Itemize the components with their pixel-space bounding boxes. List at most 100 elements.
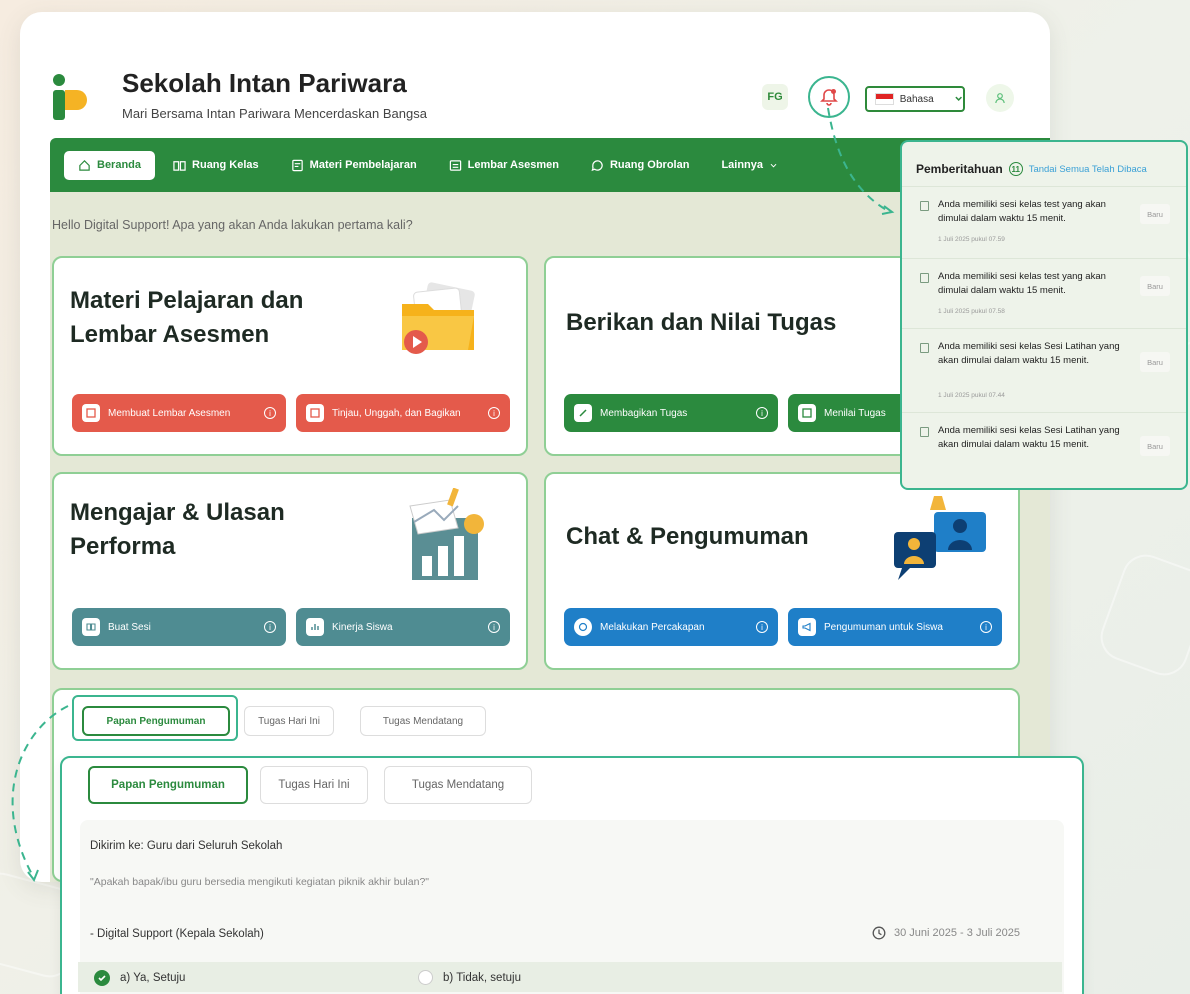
card-title: Mengajar & Ulasan Performa [70, 496, 285, 564]
nav-item-beranda[interactable]: Beranda [64, 150, 156, 180]
poll-option-b[interactable]: b) Tidak, setuju [418, 970, 521, 985]
info-icon[interactable]: i [980, 621, 992, 633]
divider [902, 328, 1186, 329]
divider [902, 412, 1186, 413]
card-title: Materi Pelajaran dan Lembar Asesmen [70, 284, 303, 352]
user-avatar-button[interactable] [986, 84, 1014, 112]
nav-item-label: Ruang Kelas [192, 159, 259, 171]
info-icon[interactable]: i [756, 621, 768, 633]
notification-text: Anda memiliki sesi kelas test yang akan … [938, 271, 1106, 296]
tab-papan-pengumuman[interactable]: Papan Pengumuman [88, 766, 248, 804]
nav-item-label: Materi Pembelajaran [309, 159, 417, 171]
tab-tugas-mendatang[interactable]: Tugas Mendatang [360, 706, 486, 736]
background-decoration [1093, 547, 1190, 683]
chevron-down-icon [955, 96, 962, 101]
tab-tugas-hari-ini[interactable]: Tugas Hari Ini [260, 766, 368, 804]
nav-item-ruang-kelas[interactable]: Ruang Kelas [159, 151, 273, 180]
fg-icon[interactable]: FG [762, 84, 788, 110]
nav-item-label: Ruang Obrolan [609, 159, 690, 171]
button-label: Membuat Lembar Asesmen [108, 407, 231, 419]
app-title: Sekolah Intan Pariwara [122, 68, 407, 98]
tab-tugas-mendatang[interactable]: Tugas Mendatang [384, 766, 532, 804]
divider [902, 258, 1186, 259]
announcement-author: - Digital Support (Kepala Sekolah) [90, 928, 264, 940]
sheet-icon [82, 404, 100, 422]
notification-item[interactable]: Anda memiliki sesi kelas Sesi Latihan ya… [916, 424, 1176, 484]
notification-text: Anda memiliki sesi kelas test yang akan … [938, 199, 1106, 224]
tab-tugas-hari-ini[interactable]: Tugas Hari Ini [244, 706, 334, 736]
new-badge: Baru [1140, 436, 1170, 456]
chat-icon [574, 618, 592, 636]
mark-all-read-link[interactable]: Tandai Semua Telah Dibaca [1029, 164, 1147, 175]
notification-bell-button[interactable] [808, 76, 850, 118]
nav-item-lainnya[interactable]: Lainnya [707, 151, 792, 179]
card-title: Berikan dan Nilai Tugas [566, 309, 837, 336]
kinerja-siswa-button[interactable]: Kinerja Siswa i [296, 608, 510, 646]
app-subtitle: Mari Bersama Intan Pariwara Mencerdaskan… [122, 106, 427, 121]
notification-item[interactable]: Anda memiliki sesi kelas Sesi Latihan ya… [916, 340, 1176, 416]
info-icon[interactable]: i [756, 407, 768, 419]
notification-item[interactable]: Anda memiliki sesi kelas test yang akan … [916, 198, 1176, 258]
info-icon[interactable]: i [488, 621, 500, 633]
home-icon [79, 159, 90, 171]
file-icon [291, 159, 303, 171]
bell-icon [820, 89, 838, 106]
melakukan-percakapan-button[interactable]: Melakukan Percakapan i [564, 608, 778, 646]
button-label: Melakukan Percakapan [600, 621, 705, 633]
card-title: Chat & Pengumuman [566, 523, 809, 550]
button-label: Tinjau, Unggah, dan Bagikan [332, 407, 461, 419]
poll-option-a[interactable]: a) Ya, Setuju [94, 970, 185, 986]
tinjau-unggah-bagikan-button[interactable]: Tinjau, Unggah, dan Bagikan i [296, 394, 510, 432]
info-icon[interactable]: i [264, 621, 276, 633]
performance-chart-illustration-icon [409, 488, 484, 580]
membuat-lembar-asesmen-button[interactable]: Membuat Lembar Asesmen i [72, 394, 286, 432]
tab-highlight-frame [72, 695, 238, 741]
button-label: Kinerja Siswa [332, 621, 393, 633]
nav-item-materi-pembelajaran[interactable]: Materi Pembelajaran [277, 151, 431, 180]
folder-illustration-icon [402, 282, 475, 354]
check-circle-icon [94, 970, 110, 986]
date-range-text: 30 Juni 2025 - 3 Juli 2025 [894, 927, 1020, 939]
language-label: Bahasa [899, 93, 934, 105]
announcement-question: "Apakah bapak/ibu guru bersedia mengikut… [90, 876, 430, 888]
membagikan-tugas-button[interactable]: Membagikan Tugas i [564, 394, 778, 432]
new-badge: Baru [1140, 276, 1170, 296]
notification-title: Pemberitahuan [916, 162, 1003, 176]
pengumuman-untuk-siswa-button[interactable]: Pengumuman untuk Siswa i [788, 608, 1002, 646]
card-materi-pelajaran: Materi Pelajaran dan Lembar Asesmen Memb… [52, 256, 528, 456]
clock-icon [872, 926, 886, 940]
nav-item-ruang-obrolan[interactable]: Ruang Obrolan [577, 151, 703, 180]
megaphone-icon [798, 618, 816, 636]
grade-icon [798, 404, 816, 422]
card-title-line: Mengajar & Ulasan [70, 499, 285, 526]
notification-text: Anda memiliki sesi kelas Sesi Latihan ya… [938, 425, 1120, 450]
announcement-date: 30 Juni 2025 - 3 Juli 2025 [872, 926, 1020, 940]
card-chat-pengumuman: Chat & Pengumuman Melakukan Percakapan i… [544, 472, 1020, 670]
card-title-line: Performa [70, 533, 176, 560]
info-icon[interactable]: i [488, 407, 500, 419]
document-icon [920, 343, 929, 353]
chart-icon [306, 618, 324, 636]
notification-time: 1 Juli 2025 pukul 07.44 [938, 392, 1005, 399]
card-title-line: Lembar Asesmen [70, 321, 270, 348]
document-icon [920, 201, 929, 211]
nav-item-label: Lainnya [721, 159, 764, 171]
flag-indonesia-icon [875, 93, 894, 105]
share-icon [574, 404, 592, 422]
announcement-zoom-panel: Papan Pengumuman Tugas Hari Ini Tugas Me… [60, 756, 1084, 994]
nav-item-lembar-asesmen[interactable]: Lembar Asesmen [435, 151, 573, 180]
new-badge: Baru [1140, 352, 1170, 372]
language-select[interactable]: Bahasa [865, 86, 965, 112]
poll-option-label: a) Ya, Setuju [120, 972, 186, 984]
notification-item[interactable]: Anda memiliki sesi kelas test yang akan … [916, 270, 1176, 330]
app-header: Sekolah Intan Pariwara Mari Bersama Inta… [20, 12, 1050, 137]
document-icon [920, 427, 929, 437]
info-icon[interactable]: i [264, 407, 276, 419]
user-icon [995, 93, 1005, 104]
card-title-line: Materi Pelajaran dan [70, 287, 304, 314]
chat-icon [591, 159, 603, 171]
notification-text: Anda memiliki sesi kelas Sesi Latihan ya… [938, 341, 1120, 366]
poll-options: a) Ya, Setuju b) Tidak, setuju [78, 962, 1062, 992]
nav-item-label: Beranda [97, 159, 142, 171]
buat-sesi-button[interactable]: Buat Sesi i [72, 608, 286, 646]
